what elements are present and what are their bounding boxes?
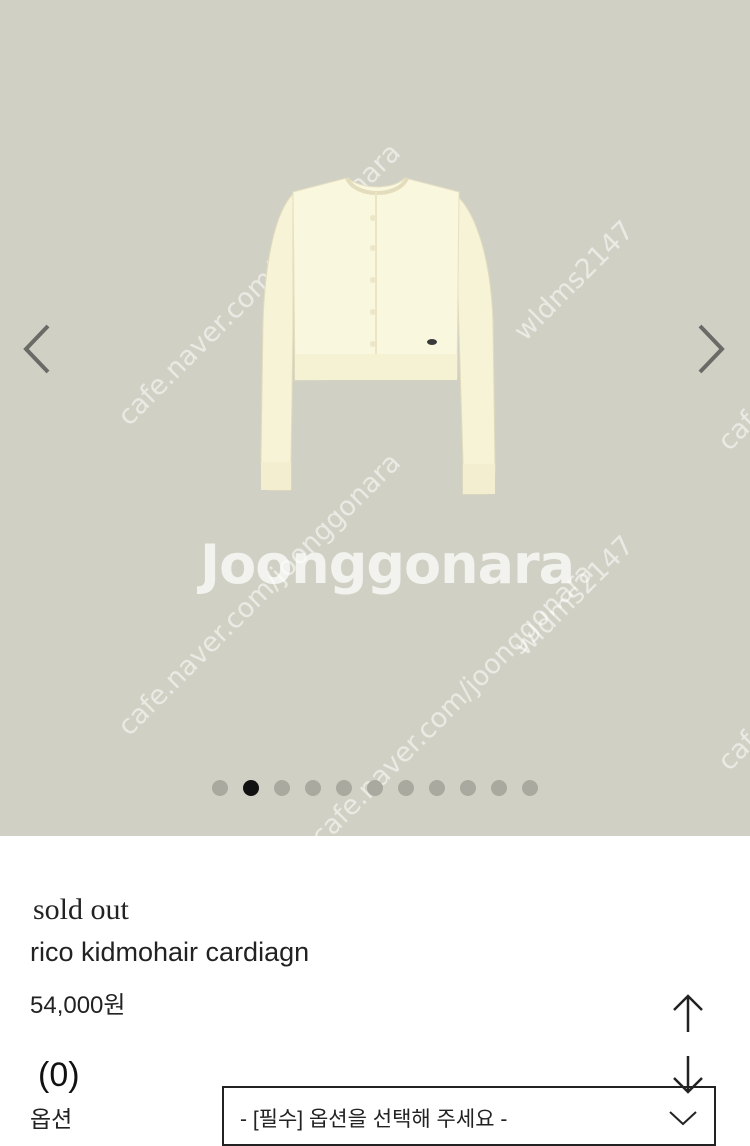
chevron-down-icon: [669, 1111, 697, 1126]
scroll-top-button[interactable]: [668, 992, 708, 1036]
review-count[interactable]: (0): [38, 1056, 80, 1095]
next-slide-button[interactable]: [694, 322, 728, 376]
slide-dot[interactable]: [274, 780, 290, 796]
chevron-left-icon: [23, 324, 50, 374]
option-select-value: - [필수] 옵션을 선택해 주세요 -: [240, 1108, 508, 1131]
slide-dot[interactable]: [491, 780, 507, 796]
watermark-site: cafe.naver.com/joonggonara: [712, 482, 750, 777]
chevron-right-icon: [698, 324, 725, 374]
slide-dot[interactable]: [522, 780, 538, 796]
stock-status: sold out: [33, 893, 129, 926]
product-name: rico kidmohair cardiagn: [30, 937, 310, 967]
slide-indicators: [212, 780, 538, 796]
arrow-up-icon: [673, 994, 703, 1032]
slide-dot[interactable]: [305, 780, 321, 796]
slide-dot[interactable]: [336, 780, 352, 796]
watermark-brand: Joonggonara: [200, 533, 575, 596]
product-image-gallery[interactable]: cafe.naver.com/joonggonara cafe.naver.co…: [0, 0, 750, 836]
scroll-bottom-button[interactable]: [668, 1054, 708, 1098]
watermark-site: cafe.naver.com/joonggonara: [712, 162, 750, 457]
watermark-user: wldms2147: [508, 214, 641, 347]
option-label: 옵션: [30, 1106, 73, 1132]
slide-dot[interactable]: [398, 780, 414, 796]
slide-dot[interactable]: [212, 780, 228, 796]
slide-dot[interactable]: [429, 780, 445, 796]
prev-slide-button[interactable]: [20, 322, 54, 376]
slide-dot[interactable]: [243, 780, 259, 796]
cardigan-image: [260, 176, 496, 495]
arrow-down-icon: [673, 1056, 703, 1094]
slide-dot[interactable]: [460, 780, 476, 796]
product-price: 54,000원: [30, 992, 126, 1019]
slide-dot[interactable]: [367, 780, 383, 796]
option-select[interactable]: - [필수] 옵션을 선택해 주세요 -: [222, 1086, 716, 1146]
